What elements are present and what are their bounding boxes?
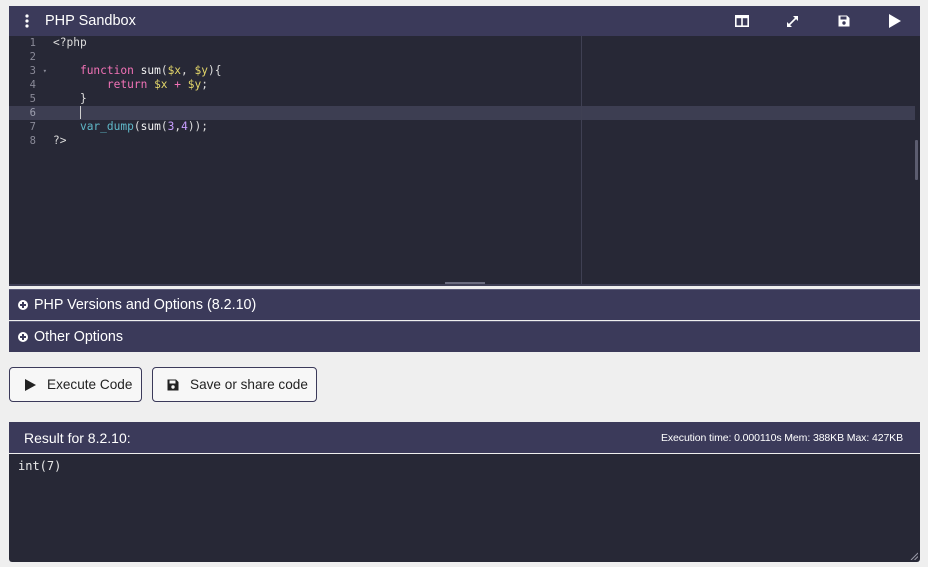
output-text: int(7) [18,459,62,473]
code-line: return $x + $y; [106,78,209,91]
vertical-dots-icon [25,14,29,28]
menu-button[interactable] [9,6,45,36]
execute-code-button[interactable]: Execute Code [9,367,142,402]
line-number: 2 [29,51,36,63]
split-columns-icon [734,15,749,27]
line-number: 1 [29,37,36,49]
plus-circle-icon [18,300,28,310]
line-number[interactable]: 3 ▾ [9,64,49,78]
result-header: Result for 8.2.10: Execution time: 0.000… [9,422,920,453]
run-button[interactable] [869,6,920,36]
floppy-disk-icon [167,379,179,390]
code-line [53,106,920,120]
play-icon [888,14,901,28]
php-versions-label: PHP Versions and Options (8.2.10) [34,297,257,313]
line-number: 4 [29,79,36,91]
save-share-button[interactable]: Save or share code [152,367,317,402]
text-cursor [79,106,81,119]
play-icon [24,378,36,391]
fold-arrow-icon[interactable]: ▾ [43,64,47,78]
line-gutter: 1 2 3 ▾ 4 5 6 7 8 [9,36,49,284]
editor-resize-handle[interactable] [445,282,485,284]
code-editor[interactable]: 1 2 3 ▾ 4 5 6 7 8 <?php function sum($x, … [9,36,920,286]
other-options-label: Other Options [34,329,123,345]
code-line: <?php [53,36,87,49]
save-icon-button[interactable] [818,6,869,36]
editor-scrollbar[interactable] [915,140,918,180]
php-versions-toggle[interactable]: PHP Versions and Options (8.2.10) [9,289,920,320]
code-lines[interactable]: <?php function sum($x, $y){ return $x + … [53,36,920,148]
plus-circle-icon [18,332,28,342]
line-number-text: 3 [29,65,36,77]
result-title: Result for 8.2.10: [24,429,131,446]
code-line: function sum($x, $y){ [79,64,222,77]
layout-toggle-button[interactable] [716,6,767,36]
other-options-toggle[interactable]: Other Options [9,321,920,352]
line-number: 7 [29,121,36,133]
line-number: 6 [29,107,36,119]
expand-arrows-icon [787,15,798,27]
code-line: ?> [53,134,67,147]
save-share-label: Save or share code [190,377,308,392]
sandbox-header: PHP Sandbox [9,6,920,36]
execution-stats: Execution time: 0.000110s Mem: 388KB Max… [661,431,903,444]
line-number: 5 [29,93,36,105]
line-number: 8 [29,135,36,147]
execute-code-label: Execute Code [47,377,133,392]
code-line: } [79,92,87,105]
result-output[interactable]: int(7) [9,454,920,562]
resize-grip-icon[interactable] [910,552,918,560]
page-title: PHP Sandbox [45,13,136,29]
code-line: var_dump(sum(3,4)); [79,120,209,133]
fullscreen-button[interactable] [767,6,818,36]
floppy-disk-icon [838,15,849,27]
